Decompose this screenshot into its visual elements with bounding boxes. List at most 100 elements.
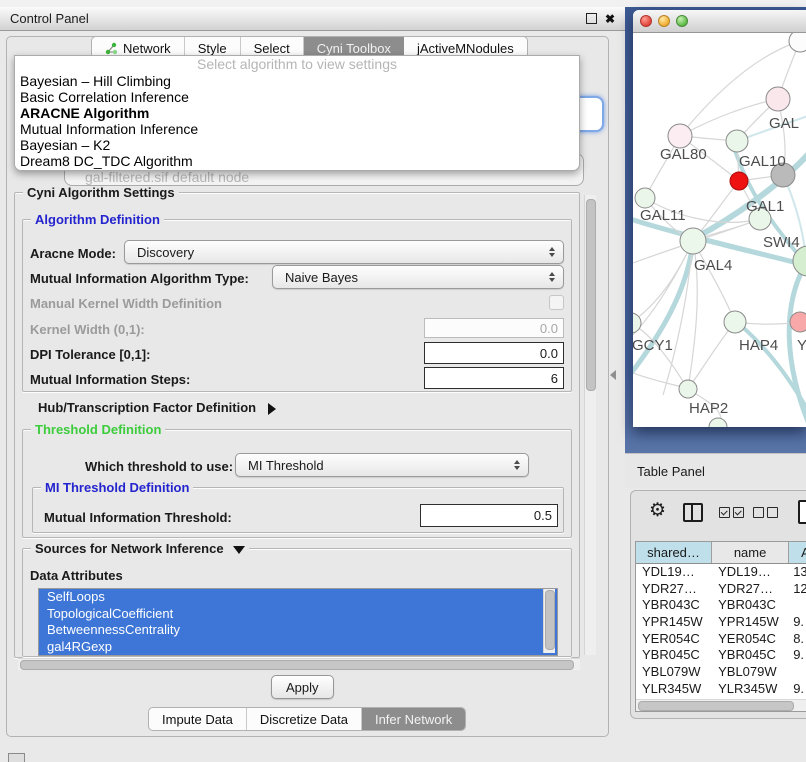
kernel-width-field[interactable]: 0.0 — [424, 318, 564, 338]
dropdown-item[interactable]: Bayesian – Hill Climbing — [15, 73, 579, 89]
network-icon — [105, 42, 118, 55]
mi-steps-field[interactable]: 6 — [424, 367, 564, 389]
dropdown-item-selected[interactable]: ARACNE Algorithm — [15, 105, 579, 121]
zoom-traffic-icon[interactable] — [676, 15, 688, 27]
algorithm-dropdown-popup: Select algorithm to view settings Bayesi… — [14, 55, 580, 171]
settings-horizontal-scrollbar[interactable] — [18, 658, 580, 670]
network-node[interactable] — [726, 130, 748, 152]
table-row[interactable]: YPR145W YPR145W 9. — [636, 614, 806, 631]
network-window[interactable]: GAL GAL80 GAL10 GAL1 GAL11 SWI4 GAL4 GCY… — [633, 10, 806, 427]
expanded-arrow-icon — [233, 546, 245, 554]
table-row[interactable]: YBL079W YBL079W — [636, 664, 806, 681]
node-label: GAL4 — [694, 257, 732, 274]
table-panel-body: ⚙ shared… name A YDL19… — [630, 490, 806, 719]
which-threshold-combo[interactable]: MI Threshold — [235, 453, 529, 477]
network-node[interactable] — [789, 33, 806, 52]
new-table-button[interactable] — [798, 500, 806, 524]
data-attributes-list[interactable]: SelfLoops TopologicalCoefficient Between… — [38, 588, 558, 656]
network-node[interactable] — [668, 124, 692, 148]
table-row[interactable]: YBR043C YBR043C — [636, 597, 806, 614]
list-item[interactable]: TopologicalCoefficient — [39, 606, 557, 623]
table-horizontal-scrollbar[interactable] — [636, 699, 806, 711]
split-pane-collapse-icon[interactable] — [610, 370, 616, 380]
dropdown-item[interactable]: Basic Correlation Inference — [15, 89, 579, 105]
mi-algorithm-type-combo[interactable]: Naive Bayes — [272, 265, 564, 289]
node-label: GAL80 — [660, 146, 707, 163]
settings-vertical-scrollbar[interactable] — [584, 195, 596, 655]
dpi-tolerance-field[interactable]: 0.0 — [424, 342, 564, 364]
list-item[interactable]: gal4RGexp — [39, 639, 557, 656]
network-node[interactable] — [766, 87, 790, 111]
dpi-tolerance-label: DPI Tolerance [0,1]: — [30, 347, 150, 362]
table-panel-titlebar: Table Panel — [625, 453, 806, 488]
list-scrollbar[interactable] — [543, 589, 555, 653]
network-node[interactable] — [679, 380, 697, 398]
node-label: GAL — [769, 115, 799, 132]
table-settings-button[interactable]: ⚙ — [649, 501, 666, 520]
network-node[interactable] — [709, 418, 727, 427]
column-header-shared-name[interactable]: shared… — [636, 542, 712, 563]
unchecked-boxes-icon — [753, 507, 778, 518]
threshold-definition-title: Threshold Definition — [31, 422, 165, 437]
dropdown-item[interactable]: Mutual Information Inference — [15, 121, 579, 137]
dropdown-item[interactable]: Dream8 DC_TDC Algorithm — [15, 153, 579, 169]
tab-infer-network[interactable]: Infer Network — [362, 708, 465, 730]
close-traffic-icon[interactable] — [640, 15, 652, 27]
table-row[interactable]: YBR045C YBR045C 9. — [636, 647, 806, 664]
dropdown-item[interactable]: Bayesian – K2 — [15, 137, 579, 153]
hub-definition-toggle[interactable]: Hub/Transcription Factor Definition — [38, 400, 276, 415]
sources-title[interactable]: Sources for Network Inference — [31, 541, 249, 556]
panel-title: Control Panel — [10, 11, 586, 26]
minimize-traffic-icon[interactable] — [658, 15, 670, 27]
table-row[interactable]: YDL19… YDL19… 13 — [636, 564, 806, 581]
kernel-width-label: Kernel Width (0,1): — [30, 322, 145, 337]
table-row[interactable]: YER054C YER054C 8. — [636, 631, 806, 648]
bottom-tab-bar: Impute Data Discretize Data Infer Networ… — [148, 707, 466, 731]
column-header-clipped[interactable]: A — [789, 542, 806, 563]
which-threshold-label: Which threshold to use: — [85, 459, 233, 474]
column-header-name[interactable]: name — [712, 542, 789, 563]
control-panel-titlebar: Control Panel ✖ — [0, 7, 625, 31]
tab-impute-data[interactable]: Impute Data — [149, 708, 247, 730]
network-node[interactable] — [680, 228, 706, 254]
aracne-mode-combo[interactable]: Discovery — [124, 240, 564, 264]
network-selector-value: gal-filtered.sif default node — [85, 169, 249, 185]
network-node[interactable] — [724, 311, 746, 333]
dropdown-prompt: Select algorithm to view settings — [15, 56, 579, 73]
data-attributes-label: Data Attributes — [30, 568, 123, 583]
network-canvas[interactable]: GAL GAL80 GAL10 GAL1 GAL11 SWI4 GAL4 GCY… — [633, 33, 806, 427]
network-node[interactable] — [790, 312, 806, 332]
table-rows: YDL19… YDL19… 13 YDR27… YDR27… 12 YBR043… — [636, 564, 806, 712]
tab-label: Network — [123, 41, 171, 56]
network-window-titlebar[interactable] — [633, 10, 806, 33]
table-header-row: shared… name A — [636, 542, 806, 564]
minimized-panel-icon[interactable] — [8, 753, 25, 762]
close-icon[interactable]: ✖ — [605, 12, 615, 26]
mi-threshold-field[interactable]: 0.5 — [420, 504, 558, 527]
deselect-all-columns-button[interactable] — [753, 507, 778, 518]
document-icon — [798, 500, 806, 524]
manual-kernel-checkbox[interactable] — [549, 295, 564, 310]
checked-boxes-icon — [719, 507, 744, 518]
node-label: SWI4 — [763, 234, 800, 251]
node-label: GAL11 — [640, 207, 686, 224]
node-label: HAP2 — [689, 400, 728, 417]
split-columns-icon — [683, 503, 703, 522]
network-node-selected[interactable] — [730, 172, 748, 190]
network-view-region: GAL GAL80 GAL10 GAL1 GAL11 SWI4 GAL4 GCY… — [625, 7, 806, 453]
table-row[interactable]: YLR345W YLR345W 9. — [636, 681, 806, 698]
mi-threshold-label: Mutual Information Threshold: — [44, 510, 232, 525]
table-row[interactable]: YDR27… YDR27… 12 — [636, 581, 806, 598]
cyni-settings-title: Cyni Algorithm Settings — [23, 185, 179, 200]
list-item[interactable]: SelfLoops — [39, 589, 557, 606]
tab-discretize-data[interactable]: Discretize Data — [247, 708, 362, 730]
select-all-columns-button[interactable] — [719, 507, 744, 518]
algorithm-definition-title: Algorithm Definition — [31, 212, 164, 227]
list-item[interactable]: BetweennessCentrality — [39, 622, 557, 639]
node-label: GAL1 — [746, 198, 784, 215]
float-window-icon[interactable] — [586, 13, 597, 24]
aracne-mode-label: Aracne Mode: — [30, 246, 116, 261]
apply-button[interactable]: Apply — [271, 675, 334, 699]
column-layout-button[interactable] — [683, 503, 703, 522]
network-node[interactable] — [635, 188, 655, 208]
